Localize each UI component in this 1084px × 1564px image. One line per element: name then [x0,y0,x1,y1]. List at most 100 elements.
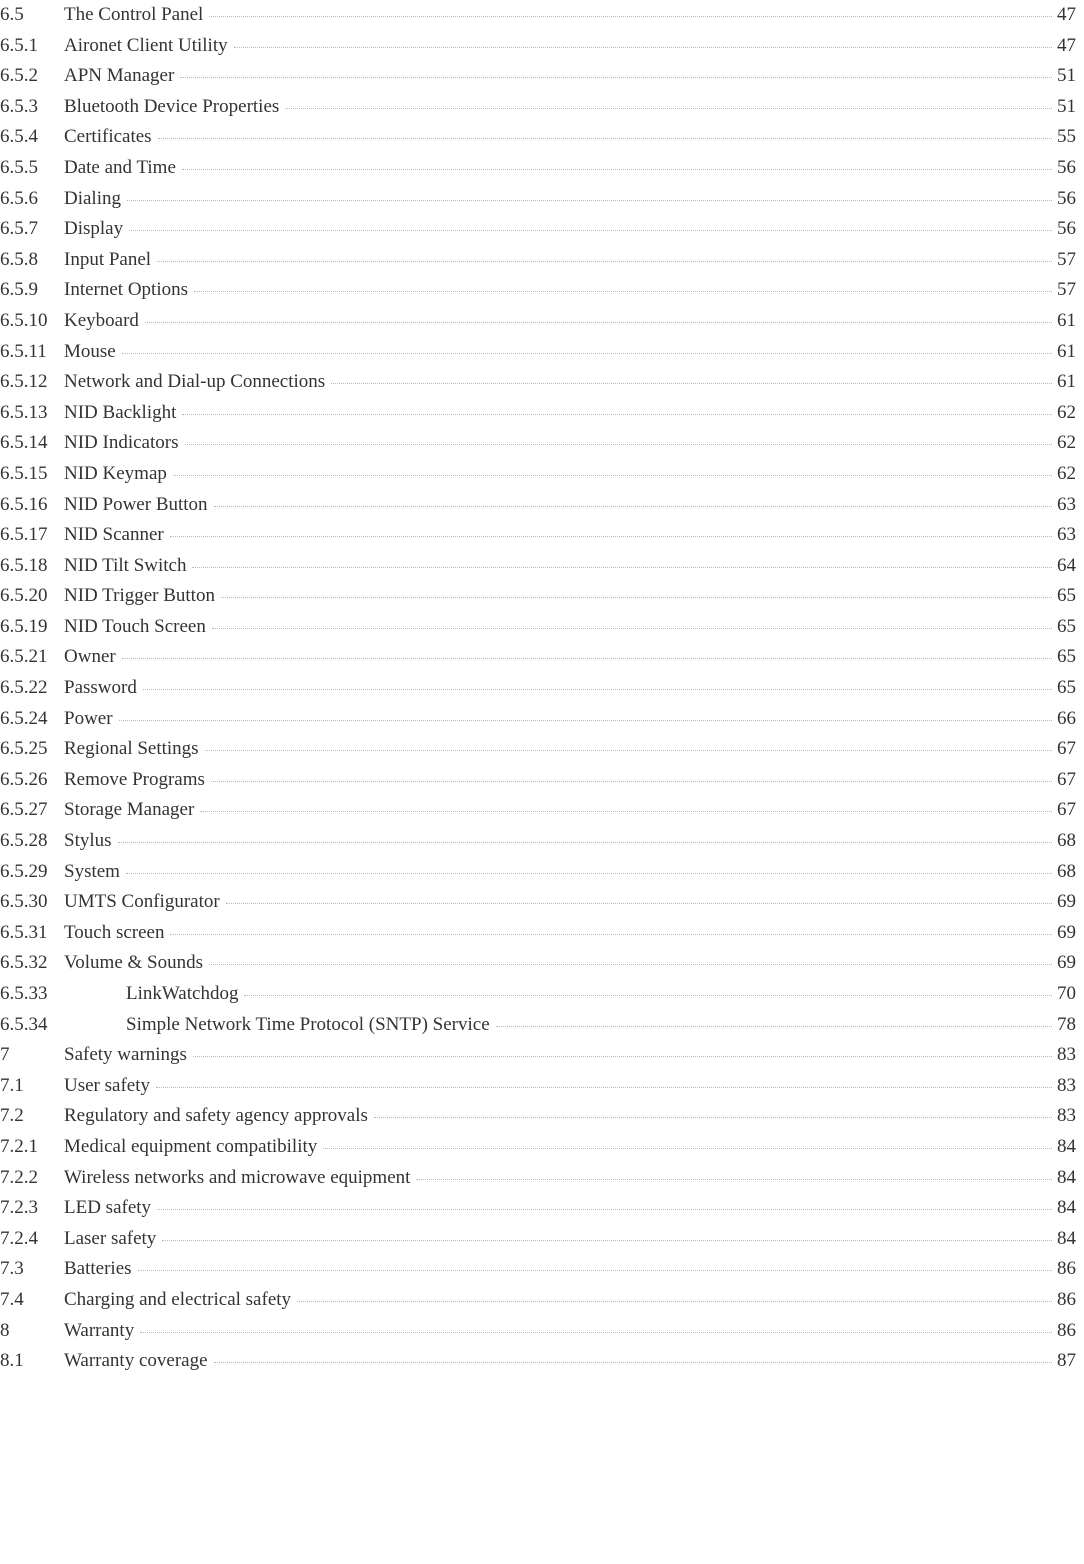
table-of-contents: 6.5The Control Panel476.5.1Aironet Clien… [0,0,1084,1377]
toc-title: Owner [64,646,116,667]
toc-page: 47 [1056,0,1084,31]
toc-page: 61 [1056,337,1084,368]
toc-title-wrap: Keyboard [64,306,1056,337]
toc-title-wrap: Date and Time [64,153,1056,184]
toc-title: Touch screen [64,922,164,943]
toc-title: NID Indicators [64,432,179,453]
toc-leader [180,77,1052,78]
toc-title: Laser safety [64,1228,156,1249]
toc-title-wrap: Charging and electrical safety [64,1285,1056,1316]
toc-leader [170,536,1052,537]
toc-title-wrap: LED safety [64,1193,1056,1224]
toc-title: Batteries [64,1258,132,1279]
toc-number: 6.5.32 [0,948,64,979]
toc-page: 65 [1056,581,1084,612]
toc-page: 63 [1056,490,1084,521]
toc-title: Charging and electrical safety [64,1289,291,1310]
toc-row: 6.5.22Password65 [0,673,1084,704]
toc-row: 6.5.24Power66 [0,704,1084,735]
toc-page: 65 [1056,642,1084,673]
toc-leader [156,1087,1052,1088]
toc-title-wrap: Password [64,673,1056,704]
toc-title-wrap: NID Keymap [64,459,1056,490]
toc-number: 7.4 [0,1285,64,1316]
toc-row: 6.5.33LinkWatchdog70 [0,979,1084,1010]
toc-page: 56 [1056,153,1084,184]
toc-leader [205,750,1052,751]
toc-title-wrap: Owner [64,642,1056,673]
toc-title: Keyboard [64,310,139,331]
toc-row: 7.2.4Laser safety84 [0,1224,1084,1255]
toc-row: 6.5.12Network and Dial-up Connections61 [0,367,1084,398]
toc-title-wrap: Certificates [64,122,1056,153]
toc-page: 64 [1056,551,1084,582]
toc-title-wrap: The Control Panel [64,0,1056,31]
toc-page: 55 [1056,122,1084,153]
toc-title: NID Scanner [64,524,164,545]
toc-leader [129,230,1052,231]
toc-title: Storage Manager [64,799,194,820]
toc-page: 70 [1056,979,1084,1010]
toc-row: 6.5The Control Panel47 [0,0,1084,31]
toc-title-wrap: LinkWatchdog [64,979,1056,1010]
toc-leader [496,1026,1052,1027]
toc-title-wrap: Dialing [64,184,1056,215]
toc-number: 6.5.30 [0,887,64,918]
toc-title-wrap: Touch screen [64,918,1056,949]
toc-title: Date and Time [64,157,176,178]
toc-title-wrap: System [64,857,1056,888]
toc-page: 62 [1056,459,1084,490]
toc-leader [194,291,1052,292]
toc-number: 6.5.31 [0,918,64,949]
toc-number: 7.2.2 [0,1163,64,1194]
toc-leader [209,16,1052,17]
toc-page: 66 [1056,704,1084,735]
toc-row: 6.5.31Touch screen69 [0,918,1084,949]
toc-row: 6.5.28Stylus68 [0,826,1084,857]
toc-title: NID Tilt Switch [64,555,186,576]
toc-leader [192,567,1052,568]
toc-title-wrap: Medical equipment compatibility [64,1132,1056,1163]
toc-leader [416,1179,1052,1180]
toc-title-wrap: Warranty [64,1316,1056,1347]
toc-row: 7.4Charging and electrical safety86 [0,1285,1084,1316]
toc-number: 6.5.20 [0,581,64,612]
toc-row: 6.5.7Display56 [0,214,1084,245]
toc-number: 7.2 [0,1101,64,1132]
toc-number: 6.5.28 [0,826,64,857]
toc-title: APN Manager [64,65,174,86]
toc-leader [143,689,1052,690]
toc-title-wrap: Volume & Sounds [64,948,1056,979]
toc-number: 6.5.29 [0,857,64,888]
toc-title-wrap: NID Touch Screen [64,612,1056,643]
toc-leader [185,444,1053,445]
toc-title: UMTS Configurator [64,891,220,912]
toc-number: 6.5.17 [0,520,64,551]
toc-page: 61 [1056,367,1084,398]
toc-title: LED safety [64,1197,151,1218]
toc-page: 86 [1056,1316,1084,1347]
toc-leader [331,383,1052,384]
toc-row: 6.5.29System 68 [0,857,1084,888]
toc-leader [214,1362,1052,1363]
toc-page: 63 [1056,520,1084,551]
toc-leader [323,1148,1052,1149]
toc-title: Internet Options [64,279,188,300]
toc-row: 6.5.3Bluetooth Device Properties51 [0,92,1084,123]
toc-number: 6.5.8 [0,245,64,276]
toc-page: 57 [1056,275,1084,306]
toc-number: 6.5.26 [0,765,64,796]
toc-number: 6.5.21 [0,642,64,673]
toc-number: 8.1 [0,1346,64,1377]
toc-leader [127,200,1052,201]
toc-page: 68 [1056,857,1084,888]
toc-number: 7 [0,1040,64,1071]
toc-number: 7.2.3 [0,1193,64,1224]
toc-row: 6.5.25Regional Settings67 [0,734,1084,765]
toc-title-wrap: NID Trigger Button [64,581,1056,612]
toc-row: 6.5.1Aironet Client Utility47 [0,31,1084,62]
toc-title: Mouse [64,341,116,362]
toc-row: 6.5.15NID Keymap62 [0,459,1084,490]
toc-title: NID Power Button [64,494,208,515]
toc-title: System [64,861,120,882]
